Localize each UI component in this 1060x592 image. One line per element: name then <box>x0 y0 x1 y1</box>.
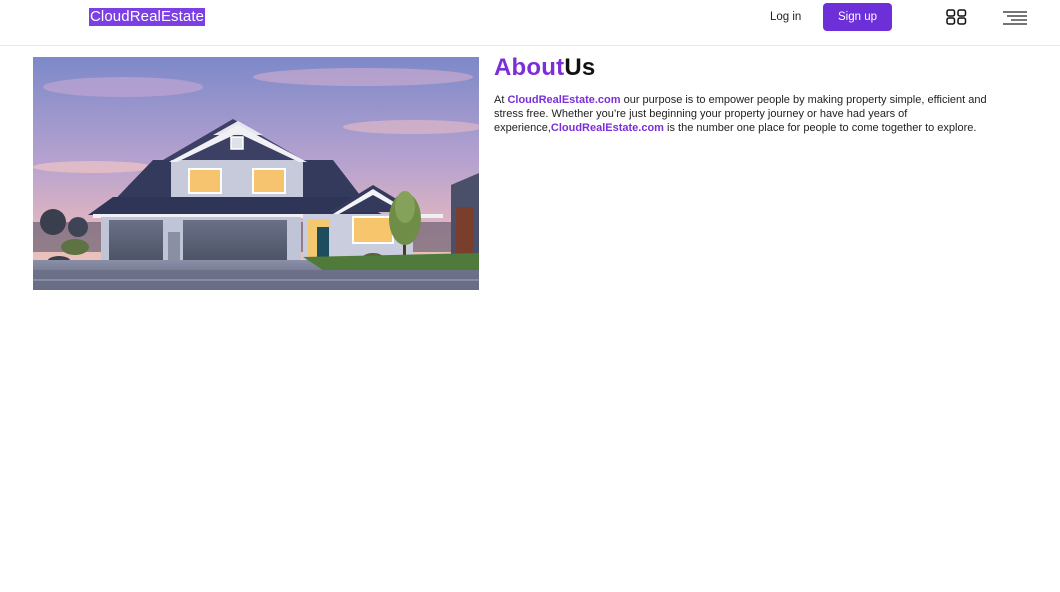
about-section: AboutUs At CloudRealEstate.com our purpo… <box>494 53 1014 135</box>
about-title-rest: Us <box>564 54 596 81</box>
about-heading: AboutUs <box>494 53 1014 83</box>
login-link[interactable]: Log in <box>770 9 801 25</box>
about-text-part: At <box>494 94 508 106</box>
brand-name: CloudRealEstate.com <box>550 122 664 134</box>
house-photo <box>33 57 479 290</box>
grid-icon[interactable] <box>946 9 967 25</box>
hamburger-menu-icon[interactable] <box>1002 10 1028 26</box>
about-paragraph: At CloudRealEstate.com our purpose is to… <box>494 93 1004 135</box>
top-navbar: CloudRealEstate Log in Sign up <box>0 0 1060 46</box>
brand-name: CloudRealEstate.com <box>507 94 621 106</box>
signup-button[interactable]: Sign up <box>823 3 892 31</box>
about-text-part: is the number one place for people to co… <box>663 122 977 134</box>
site-logo[interactable]: CloudRealEstate <box>89 8 206 26</box>
about-title-accent: About <box>494 54 565 81</box>
